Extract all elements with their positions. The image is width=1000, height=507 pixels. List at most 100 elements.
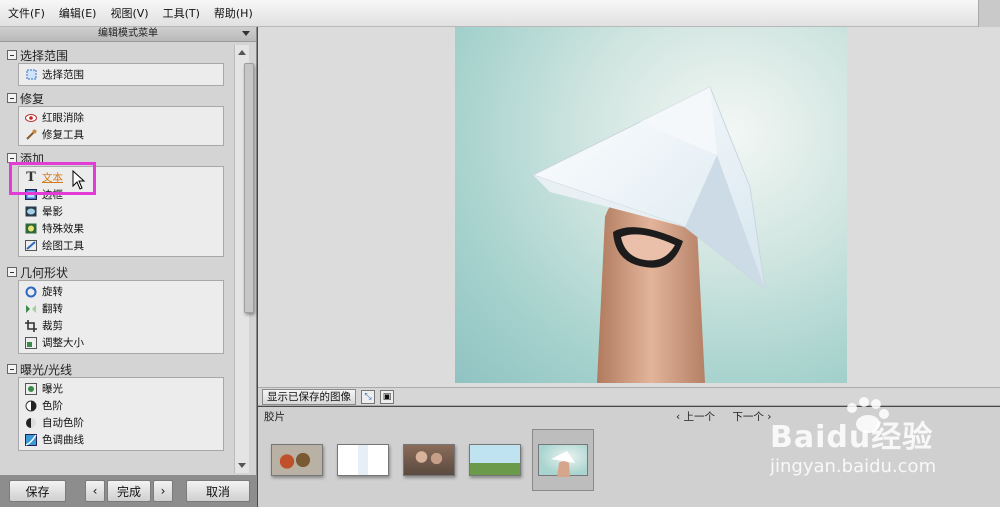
panel-title-text: 编辑模式菜单 (98, 28, 158, 39)
menu-item-auto-levels[interactable]: 自动色阶 (19, 414, 223, 431)
section-items: 曝光 色阶 自动色阶 色调曲线 (18, 377, 224, 451)
menu-item-label: 裁剪 (42, 320, 63, 332)
collapse-minus-icon[interactable] (7, 50, 17, 60)
menu-item-special-effects[interactable]: 特殊效果 (19, 220, 223, 237)
show-saved-images-button[interactable]: 显示已保存的图像 (262, 388, 356, 405)
menu-item-levels[interactable]: 色阶 (19, 397, 223, 414)
menu-view[interactable]: 视图(V) (110, 5, 148, 21)
menu-file[interactable]: 文件(F) (8, 5, 45, 21)
bottom-button-bar: 保存 ‹ 完成 › 取消 (0, 475, 257, 507)
menu-item-repair-tool[interactable]: 修复工具 (19, 126, 223, 143)
section-geometry: 几何形状 旋转 翻转 裁剪 调整大小 (0, 264, 234, 354)
section-add: 添加 T 文本 边框 晕影 特殊效果 绘图工具 (0, 150, 234, 257)
menu-item-select-range[interactable]: 选择范围 (19, 66, 223, 83)
flip-icon (25, 303, 37, 315)
menu-item-label: 晕影 (42, 206, 63, 218)
frame-icon (25, 189, 37, 201)
thumbnail-document[interactable] (337, 444, 389, 476)
collapse-minus-icon[interactable] (7, 364, 17, 374)
next-step-button[interactable]: › (153, 480, 173, 502)
image-canvas[interactable] (258, 27, 1000, 387)
photo-preview[interactable] (455, 27, 847, 383)
section-items: T 文本 边框 晕影 特殊效果 绘图工具 (18, 166, 224, 257)
section-header[interactable]: 曝光/光线 (0, 361, 234, 377)
menu-edit[interactable]: 编辑(E) (59, 5, 97, 21)
previous-image-link[interactable]: ‹ 上一个 (676, 411, 715, 423)
menu-tools[interactable]: 工具(T) (163, 5, 200, 21)
thumbnail-people[interactable] (403, 444, 455, 476)
thumbnail-finger-selected[interactable] (532, 429, 594, 491)
section-header[interactable]: 选择范围 (0, 47, 234, 63)
filmstrip-header: 胶片 ‹ 上一个 下一个 › (258, 407, 1000, 425)
menu-item-label: 旋转 (42, 286, 63, 298)
menu-help[interactable]: 帮助(H) (214, 5, 253, 21)
menu-item-rotate[interactable]: 旋转 (19, 283, 223, 300)
section-title: 修复 (20, 91, 45, 106)
rotate-icon (25, 286, 37, 298)
menu-item-label: 曝光 (42, 383, 63, 395)
thumbnail-bike[interactable] (469, 444, 521, 476)
brush-icon (25, 129, 37, 141)
menu-item-text[interactable]: T 文本 (19, 169, 223, 186)
pen-icon (25, 240, 37, 252)
menu-bar: 文件(F) 编辑(E) 视图(V) 工具(T) 帮助(H) (0, 0, 1000, 27)
grid-view-icon[interactable]: ▣ (380, 389, 394, 404)
collapse-minus-icon[interactable] (7, 267, 17, 277)
scroll-up-icon[interactable] (238, 50, 246, 55)
section-header[interactable]: 添加 (0, 150, 234, 166)
menu-item-flip[interactable]: 翻转 (19, 300, 223, 317)
panel-scrollbar[interactable] (234, 45, 254, 473)
section-header[interactable]: 修复 (0, 90, 234, 106)
panel-menu-list: 选择范围 选择范围 修复 红眼消除 修复工具 添加 T 文本 边框 晕影 特殊效… (0, 43, 250, 475)
section-exposure: 曝光/光线 曝光 色阶 自动色阶 色调曲线 (0, 361, 234, 451)
done-button[interactable]: 完成 (107, 480, 151, 502)
menu-item-resize[interactable]: 调整大小 (19, 334, 223, 351)
menu-item-tone-curve[interactable]: 色调曲线 (19, 431, 223, 448)
curves-icon (25, 433, 37, 446)
save-button[interactable]: 保存 (9, 480, 66, 502)
menu-item-label: 选择范围 (42, 69, 84, 81)
thumbnail-list (264, 429, 601, 491)
menu-item-drawing-tool[interactable]: 绘图工具 (19, 237, 223, 254)
menu-item-label: 特殊效果 (42, 223, 84, 235)
text-icon: T (26, 170, 36, 185)
link-icon[interactable]: ⤡ (361, 389, 375, 404)
vignette-icon (25, 206, 37, 218)
finger-with-paper-hat-image (531, 86, 766, 383)
selection-icon (25, 69, 37, 81)
menu-item-label: 绘图工具 (42, 240, 84, 252)
collapse-minus-icon[interactable] (7, 153, 17, 163)
section-repair: 修复 红眼消除 修复工具 (0, 90, 234, 146)
next-image-link[interactable]: 下一个 › (732, 411, 771, 423)
menu-item-label: 自动色阶 (42, 417, 84, 429)
cancel-button[interactable]: 取消 (186, 480, 250, 502)
menu-item-exposure[interactable]: 曝光 (19, 380, 223, 397)
section-title: 曝光/光线 (20, 362, 73, 377)
crop-icon (25, 319, 37, 332)
scroll-down-icon[interactable] (238, 463, 246, 468)
scrollbar-thumb[interactable] (244, 63, 254, 313)
filmstrip-panel: 胶片 ‹ 上一个 下一个 › (258, 407, 1000, 507)
menu-item-label: 红眼消除 (42, 112, 84, 124)
menu-item-vignette[interactable]: 晕影 (19, 203, 223, 220)
prev-step-button[interactable]: ‹ (85, 480, 105, 502)
panel-collapse-icon[interactable] (242, 31, 250, 36)
menu-item-crop[interactable]: 裁剪 (19, 317, 223, 334)
section-header[interactable]: 几何形状 (0, 264, 234, 280)
menu-item-label: 翻转 (42, 303, 63, 315)
menu-item-red-eye[interactable]: 红眼消除 (19, 109, 223, 126)
menu-item-frame[interactable]: 边框 (19, 186, 223, 203)
menu-item-label: 修复工具 (42, 129, 84, 141)
panel-title: 编辑模式菜单 (0, 27, 256, 42)
menu-item-label: 文本 (42, 172, 63, 184)
effects-icon (25, 223, 37, 235)
thumbnail-food[interactable] (271, 444, 323, 476)
filmstrip-toolbar: 显示已保存的图像 ⤡ ▣ (258, 387, 1000, 406)
menu-item-label: 调整大小 (42, 337, 84, 349)
collapse-minus-icon[interactable] (7, 93, 17, 103)
menu-item-label: 色阶 (42, 400, 63, 412)
section-selection: 选择范围 选择范围 (0, 47, 234, 86)
section-items: 红眼消除 修复工具 (18, 106, 224, 146)
section-items: 选择范围 (18, 63, 224, 86)
filmstrip-nav: ‹ 上一个 下一个 › (676, 409, 785, 424)
